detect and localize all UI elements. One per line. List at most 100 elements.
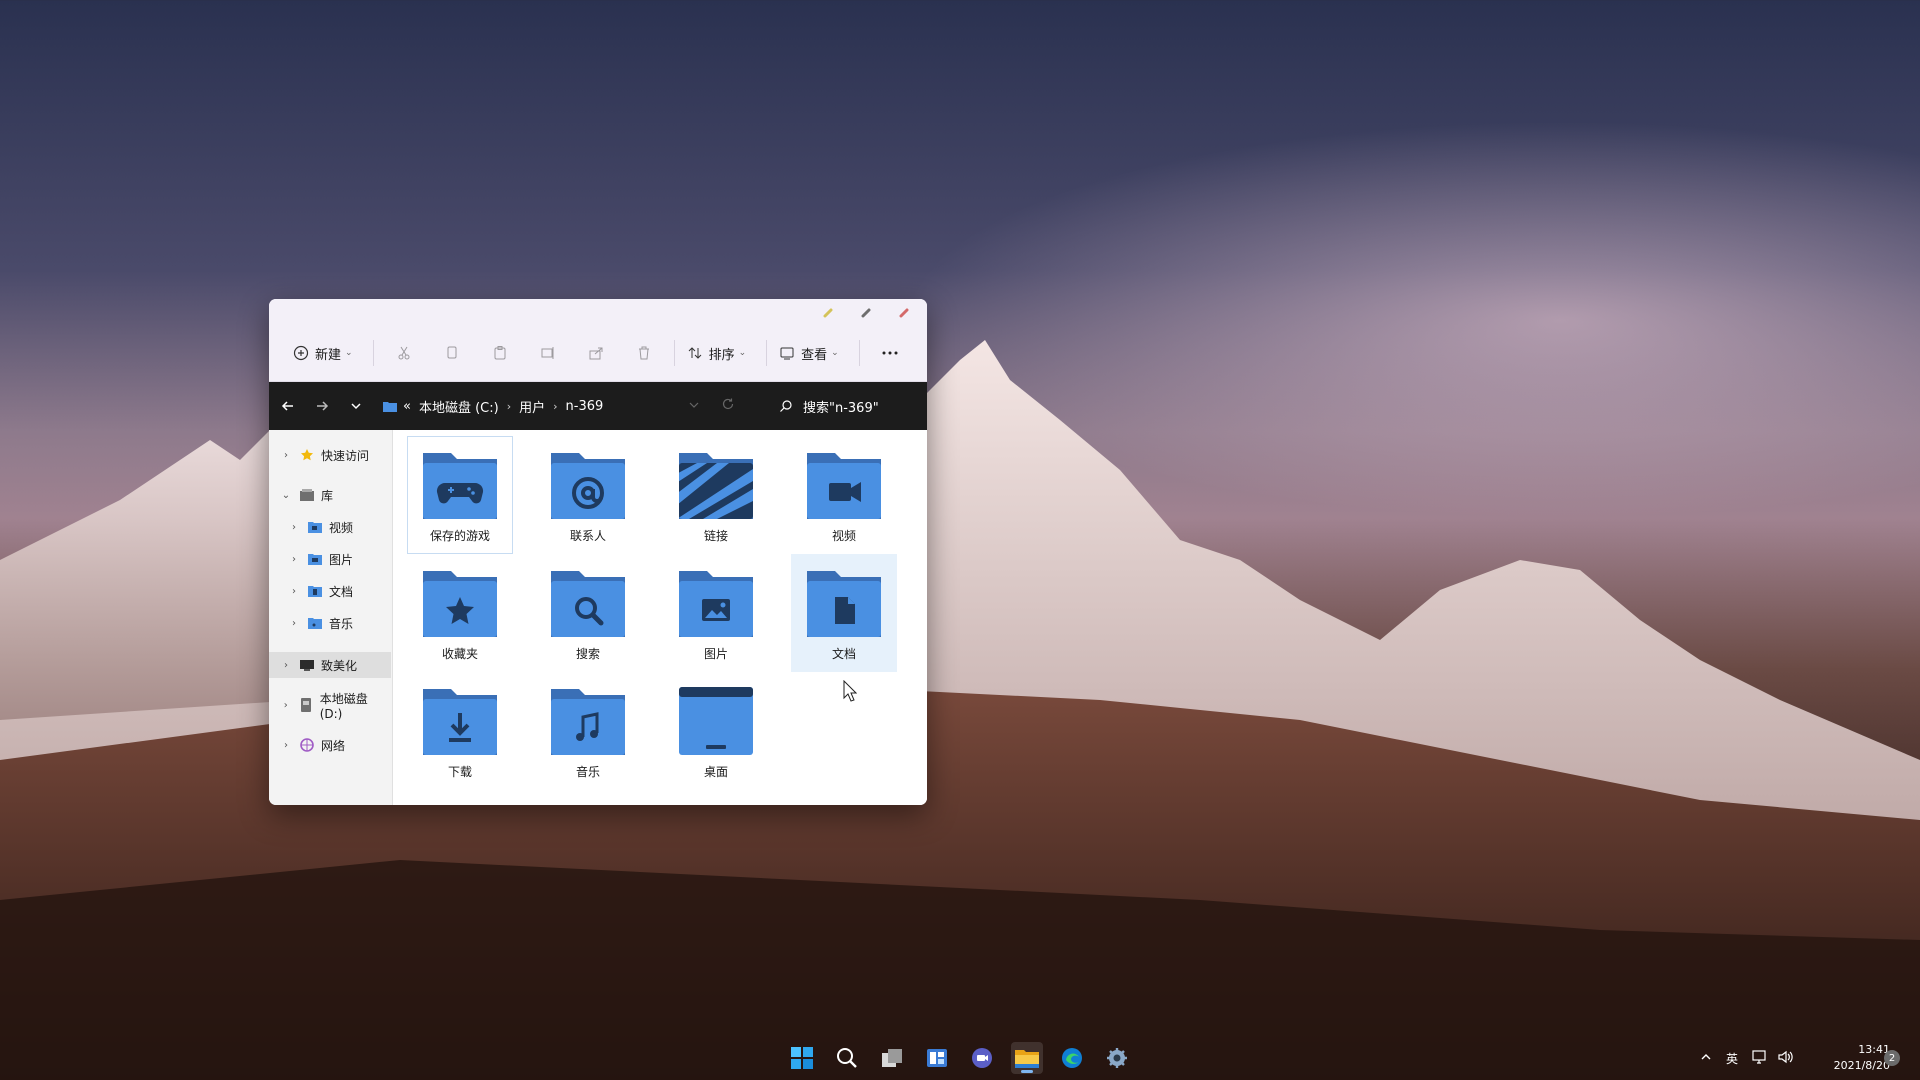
new-label: 新建 bbox=[315, 347, 342, 363]
back-button[interactable] bbox=[271, 389, 305, 423]
input-method-indicator[interactable]: 英 bbox=[1726, 1050, 1738, 1067]
toolbar-divider bbox=[858, 340, 860, 366]
clock-time: 13:41 bbox=[1858, 1043, 1890, 1056]
sidebar-item-network[interactable]: › 网络 bbox=[269, 732, 391, 758]
minimize-button[interactable] bbox=[823, 308, 833, 318]
new-button[interactable]: 新建 ⌄ bbox=[287, 337, 359, 369]
widgets-button[interactable] bbox=[921, 1042, 953, 1074]
sidebar-item-label: 网络 bbox=[321, 738, 346, 753]
view-icon bbox=[780, 347, 794, 360]
address-bar: « 本地磁盘 (C:) › 用户 › n-369 搜索"n-369" bbox=[269, 382, 927, 430]
folder-videos[interactable]: 视频 bbox=[791, 436, 897, 554]
sidebar-item-documents[interactable]: › 文档 bbox=[269, 578, 391, 604]
folder-music[interactable]: 音乐 bbox=[535, 672, 641, 790]
download-arrow-icon bbox=[423, 689, 497, 755]
chat-button[interactable] bbox=[966, 1042, 998, 1074]
chevron-right-icon[interactable]: › bbox=[279, 450, 293, 461]
sidebar-item-drive-d[interactable]: › 本地磁盘 (D:) bbox=[269, 691, 391, 721]
sidebar-item-libraries[interactable]: ⌄ 库 bbox=[269, 482, 391, 508]
search-box[interactable]: 搜索"n-369" bbox=[779, 382, 879, 430]
magnifier-icon bbox=[551, 571, 625, 637]
clock-date: 2021/8/20 bbox=[1833, 1059, 1890, 1072]
breadcrumb-overflow[interactable]: « bbox=[403, 399, 411, 414]
delete-button[interactable] bbox=[620, 337, 668, 369]
rename-button[interactable] bbox=[524, 337, 572, 369]
file-explorer-taskbar-button[interactable] bbox=[1011, 1042, 1043, 1074]
folder-documents[interactable]: 文档 bbox=[791, 554, 897, 672]
notification-badge[interactable]: 2 bbox=[1884, 1050, 1900, 1066]
pictures-folder-icon bbox=[307, 551, 323, 567]
chevron-right-icon[interactable]: › bbox=[287, 554, 301, 565]
folder-downloads[interactable]: 下载 bbox=[407, 672, 513, 790]
chevron-right-icon[interactable]: › bbox=[279, 740, 293, 751]
folder-label: 音乐 bbox=[575, 765, 600, 779]
chevron-down-icon: ⌄ bbox=[738, 348, 747, 358]
forward-button[interactable] bbox=[305, 389, 339, 423]
breadcrumb-drive-c[interactable]: 本地磁盘 (C:) bbox=[419, 397, 499, 416]
sidebar-item-label: 本地磁盘 (D:) bbox=[319, 691, 368, 721]
folder-searches[interactable]: 搜索 bbox=[535, 554, 641, 672]
task-view-button[interactable] bbox=[876, 1042, 908, 1074]
refresh-button[interactable] bbox=[721, 397, 735, 415]
copy-button[interactable] bbox=[428, 337, 476, 369]
music-folder-icon bbox=[307, 615, 323, 631]
sidebar-item-label: 文档 bbox=[329, 584, 354, 599]
breadcrumb-separator: › bbox=[553, 399, 558, 413]
sort-button[interactable]: 排序 ⌄ bbox=[681, 337, 753, 369]
chevron-down-icon bbox=[689, 402, 699, 408]
maximize-button[interactable] bbox=[861, 308, 871, 318]
chevron-right-icon[interactable]: › bbox=[287, 522, 301, 533]
folder-label: 链接 bbox=[703, 529, 728, 543]
settings-button[interactable] bbox=[1101, 1042, 1133, 1074]
chevron-right-icon[interactable]: › bbox=[287, 618, 301, 629]
network-status-button[interactable] bbox=[1752, 1049, 1768, 1067]
sidebar-item-music[interactable]: › 音乐 bbox=[269, 610, 391, 636]
chevron-right-icon[interactable]: › bbox=[287, 586, 301, 597]
folder-favorites[interactable]: 收藏夹 bbox=[407, 554, 513, 672]
folder-saved-games[interactable]: 保存的游戏 bbox=[407, 436, 513, 554]
sidebar-item-label: 音乐 bbox=[329, 616, 354, 631]
chevron-right-icon[interactable]: › bbox=[279, 660, 293, 671]
clipboard-icon bbox=[494, 346, 506, 360]
more-options-button[interactable] bbox=[866, 337, 914, 369]
paste-button[interactable] bbox=[476, 337, 524, 369]
cut-button[interactable] bbox=[380, 337, 428, 369]
sidebar-item-videos[interactable]: › 视频 bbox=[269, 514, 391, 540]
trash-icon bbox=[638, 346, 649, 360]
sidebar-item-zhimeihua[interactable]: › 致美化 bbox=[269, 652, 391, 678]
chevron-right-icon[interactable]: › bbox=[279, 700, 292, 711]
recent-locations-button[interactable] bbox=[339, 389, 373, 423]
sidebar-item-quick-access[interactable]: › 快速访问 bbox=[269, 442, 391, 468]
clock[interactable]: 13:41 2021/8/20 bbox=[1810, 1042, 1890, 1074]
search-taskbar-button[interactable] bbox=[831, 1042, 863, 1074]
chevron-down-icon[interactable]: ⌄ bbox=[279, 490, 293, 501]
network-monitor-icon bbox=[1752, 1049, 1766, 1064]
striped-link-icon bbox=[679, 453, 753, 519]
sidebar-item-label: 视频 bbox=[329, 520, 354, 535]
breadcrumb-user-folder[interactable]: n-369 bbox=[566, 399, 604, 414]
at-sign-icon bbox=[551, 453, 625, 519]
volume-button[interactable] bbox=[1778, 1050, 1794, 1067]
folder-label: 搜索 bbox=[575, 647, 600, 661]
view-button[interactable]: 查看 ⌄ bbox=[773, 337, 845, 369]
tray-overflow-button[interactable] bbox=[1700, 1051, 1712, 1066]
folder-contacts[interactable]: 联系人 bbox=[535, 436, 641, 554]
share-button[interactable] bbox=[572, 337, 620, 369]
breadcrumb[interactable]: « 本地磁盘 (C:) › 用户 › n-369 bbox=[383, 397, 611, 416]
start-button[interactable] bbox=[786, 1042, 818, 1074]
system-tray: 英 bbox=[1700, 1036, 1794, 1080]
folder-links[interactable]: 链接 bbox=[663, 436, 769, 554]
sidebar-item-label: 快速访问 bbox=[321, 448, 370, 463]
folder-label: 收藏夹 bbox=[441, 647, 478, 661]
sidebar-item-pictures[interactable]: › 图片 bbox=[269, 546, 391, 572]
library-icon bbox=[299, 487, 315, 503]
sidebar-item-label: 图片 bbox=[329, 552, 354, 567]
close-button[interactable] bbox=[899, 308, 909, 318]
folder-pictures[interactable]: 图片 bbox=[663, 554, 769, 672]
network-icon bbox=[299, 737, 315, 753]
folder-desktop[interactable]: 桌面 bbox=[663, 672, 769, 790]
address-history-button[interactable] bbox=[689, 399, 699, 414]
breadcrumb-users[interactable]: 用户 bbox=[519, 397, 545, 416]
arrow-left-icon bbox=[281, 401, 293, 411]
edge-button[interactable] bbox=[1056, 1042, 1088, 1074]
